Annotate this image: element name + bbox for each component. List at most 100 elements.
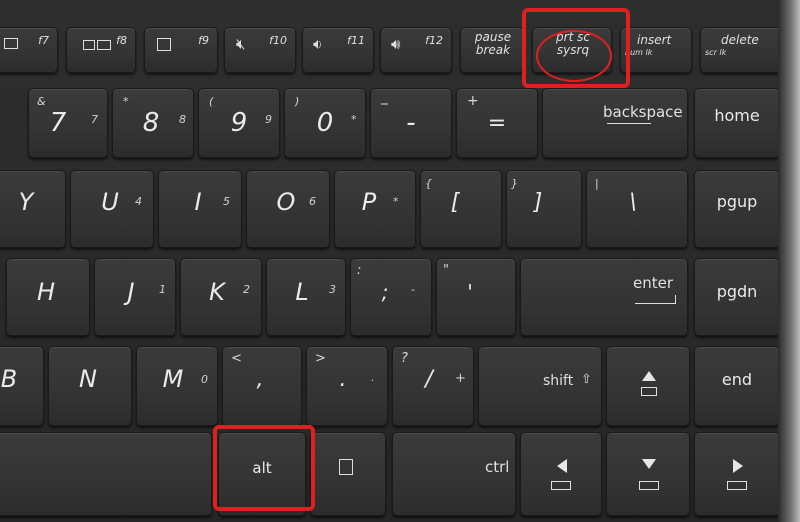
key-9[interactable]: ( 9 9 (198, 88, 280, 158)
key-quote[interactable]: " ' (436, 258, 516, 336)
key-right[interactable] (694, 432, 780, 516)
key-k-num: 2 (243, 283, 250, 296)
key-u[interactable]: U 4 (70, 170, 154, 248)
key-n-main: N (79, 365, 97, 393)
volume-up-icon: 🔊︎ (391, 35, 401, 53)
key-pgdn[interactable]: pgdn (694, 258, 780, 336)
key-insert[interactable]: insert num lk (620, 27, 692, 73)
key-j-num: 1 (159, 283, 166, 296)
key-equals[interactable]: + = (456, 88, 538, 158)
key-u-num: 4 (135, 195, 142, 208)
key-lbracket[interactable]: { [ (420, 170, 502, 248)
key-p-num: * (393, 195, 399, 208)
pgdn-label: pgdn (716, 281, 758, 301)
break-label: break (475, 43, 511, 57)
context-menu-icon (339, 459, 353, 475)
key-enter[interactable]: enter (520, 258, 688, 336)
key-pgup[interactable]: pgup (694, 170, 780, 248)
key-n[interactable]: N (48, 346, 132, 426)
key-7[interactable]: & 7 7 (28, 88, 108, 158)
key-8[interactable]: * 8 8 (112, 88, 194, 158)
key-home[interactable]: home (694, 88, 780, 158)
key-semicolon-num: - (411, 283, 415, 296)
key-shift-right[interactable]: shift ⇧ (478, 346, 602, 426)
key-pause[interactable]: pause break (460, 27, 524, 73)
down-arrow-icon (642, 459, 656, 469)
key-f8[interactable]: f8 (66, 27, 136, 73)
monitor-icon (97, 40, 111, 50)
sysrq-highlight-circle (536, 30, 612, 82)
key-b[interactable]: B (0, 346, 44, 426)
key-f10[interactable]: 🔇︎ f10 (224, 27, 296, 73)
key-down[interactable] (606, 432, 690, 516)
key-7-num: 7 (91, 113, 98, 126)
key-equals-main: = (487, 110, 507, 136)
key-f9[interactable]: f9 (144, 27, 218, 73)
enter-label: enter (633, 274, 674, 292)
play-pause-icon (639, 481, 659, 490)
scrlk-label: scr lk (705, 48, 727, 57)
key-f12[interactable]: 🔊︎ f12 (380, 27, 452, 73)
key-0-num: * (351, 113, 357, 126)
key-comma[interactable]: < , (222, 346, 302, 426)
key-slash[interactable]: ? / + (392, 346, 474, 426)
key-f10-label: f10 (269, 34, 287, 47)
key-l-num: 3 (329, 283, 336, 296)
key-p[interactable]: P * (334, 170, 416, 248)
insert-label: insert (637, 33, 672, 47)
key-y[interactable]: Y (0, 170, 66, 248)
key-f11[interactable]: 🔉︎ f11 (302, 27, 374, 73)
key-menu[interactable] (310, 432, 386, 516)
key-space[interactable] (0, 432, 212, 516)
volume-down-icon: 🔉︎ (313, 35, 323, 53)
key-7-main: 7 (49, 108, 67, 138)
key-delete[interactable]: delete scr lk (700, 27, 782, 73)
key-i[interactable]: I 5 (158, 170, 242, 248)
key-m-num: 0 (201, 373, 208, 386)
key-backspace[interactable]: backspace (542, 88, 688, 158)
laptop-frame-edge (778, 0, 800, 522)
key-semicolon[interactable]: : ; - (350, 258, 432, 336)
left-arrow-icon (607, 123, 651, 124)
key-h[interactable]: H (6, 258, 90, 336)
key-lbracket-main: [ (450, 189, 460, 215)
key-minus-main: - (406, 108, 416, 138)
right-arrow-key-icon (733, 459, 743, 473)
ctrl-label: ctrl (485, 458, 510, 476)
pgup-label: pgup (716, 191, 758, 211)
key-ctrl-right[interactable]: ctrl (392, 432, 516, 516)
key-period[interactable]: > . . (306, 346, 388, 426)
enter-arrow-icon (635, 295, 676, 304)
key-l[interactable]: L 3 (266, 258, 346, 336)
key-f8-label: f8 (116, 34, 127, 47)
up-arrow-icon (642, 371, 656, 381)
shift-arrow-icon: ⇧ (581, 372, 592, 387)
key-9-num: 9 (265, 113, 272, 126)
key-up[interactable] (606, 346, 690, 426)
key-8-num: 8 (179, 113, 186, 126)
delete-label: delete (721, 33, 759, 47)
key-i-num: 5 (223, 195, 230, 208)
key-b-main: B (0, 365, 18, 393)
home-label: home (714, 105, 760, 125)
key-k[interactable]: K 2 (180, 258, 262, 336)
key-f7[interactable]: f7 (0, 27, 58, 73)
key-backslash[interactable]: | \ (586, 170, 688, 248)
key-end[interactable]: end (694, 346, 780, 426)
key-left[interactable] (520, 432, 602, 516)
key-o[interactable]: O 6 (246, 170, 330, 248)
key-m[interactable]: M 0 (136, 346, 218, 426)
key-f12-label: f12 (425, 34, 443, 47)
next-track-icon (727, 481, 747, 490)
key-j[interactable]: J 1 (94, 258, 176, 336)
key-y-main: Y (18, 188, 34, 216)
key-minus[interactable]: _ - (370, 88, 452, 158)
key-o-num: 6 (309, 195, 316, 208)
key-slash-num: + (455, 371, 466, 386)
key-0[interactable]: ) 0 * (284, 88, 366, 158)
key-f9-label: f9 (198, 34, 209, 47)
key-f11-label: f11 (347, 34, 365, 47)
key-rbracket[interactable]: } ] (506, 170, 582, 248)
key-f7-label: f7 (38, 34, 49, 47)
display-toggle-icon (4, 38, 18, 49)
